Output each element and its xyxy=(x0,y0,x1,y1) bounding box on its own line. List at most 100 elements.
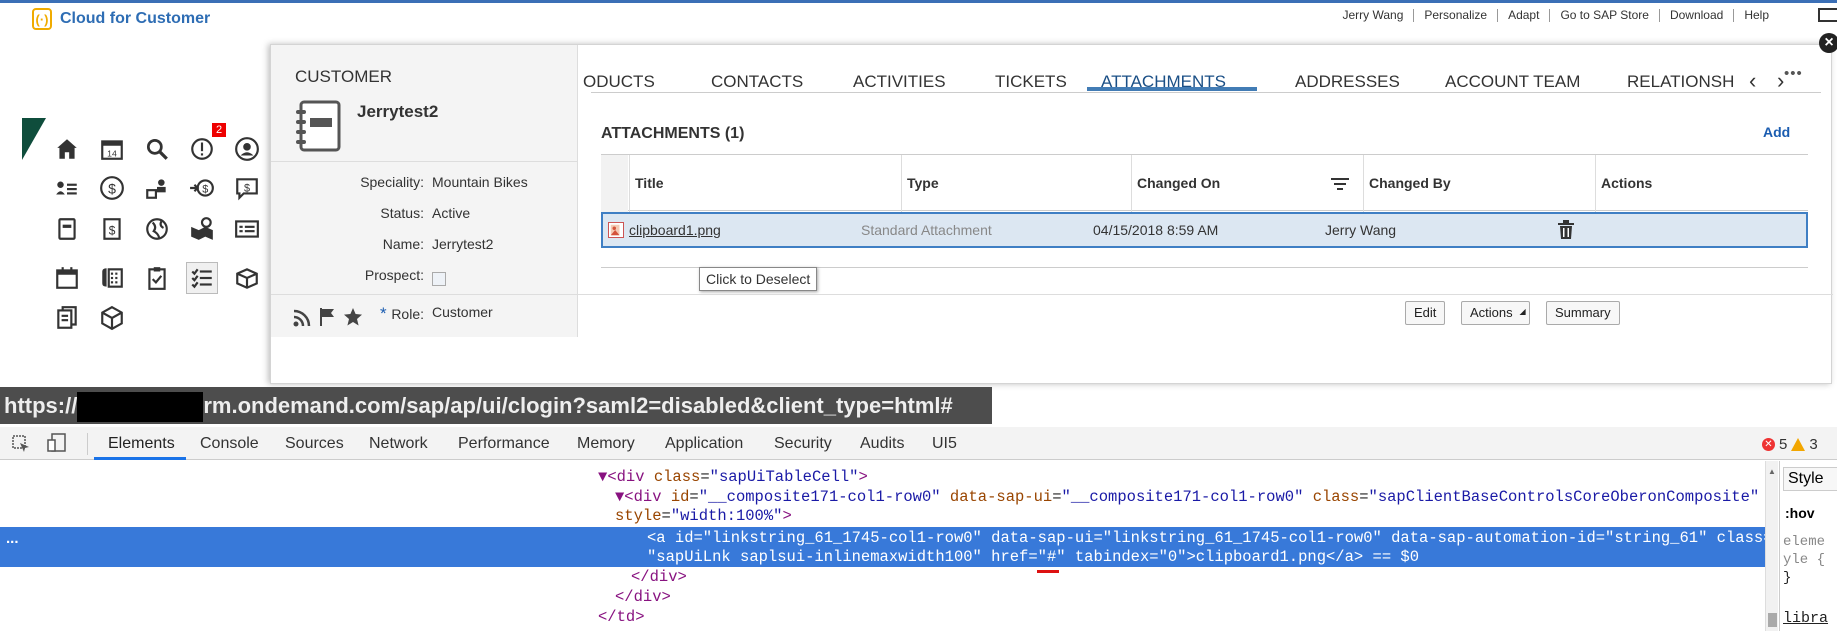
devtools-tab-ui5[interactable]: UI5 xyxy=(932,435,957,453)
filter-icon[interactable] xyxy=(1331,177,1349,196)
col-changed-on[interactable]: Changed On xyxy=(1131,155,1363,212)
divider xyxy=(271,161,578,162)
summary-button[interactable]: Summary xyxy=(1546,301,1620,325)
edit-button[interactable]: Edit xyxy=(1405,301,1446,325)
dollar-doc-icon[interactable]: $ xyxy=(96,213,128,245)
status-value: Active xyxy=(432,205,471,221)
stylesheet-link[interactable]: libra xyxy=(1783,610,1828,627)
delete-icon[interactable] xyxy=(1557,220,1575,245)
col-title[interactable]: Title xyxy=(629,155,901,212)
globe-icon[interactable] xyxy=(141,213,173,245)
tab-addresses[interactable]: ADDRESSES xyxy=(1295,72,1400,92)
actions-button[interactable]: Actions ◢ xyxy=(1461,301,1530,325)
inspect-element-icon[interactable] xyxy=(12,435,30,458)
user-circle-icon[interactable] xyxy=(231,133,263,165)
tab-account-team[interactable]: ACCOUNT TEAM xyxy=(1445,72,1580,92)
devtools-active-tab-indicator xyxy=(94,457,186,460)
devtools-tab-network[interactable]: Network xyxy=(369,435,428,453)
scroll-thumb[interactable] xyxy=(1768,613,1777,627)
box-icon[interactable] xyxy=(231,262,263,294)
search-icon[interactable] xyxy=(141,133,173,165)
table-row[interactable]: clipboard1.png Standard Attachment 04/15… xyxy=(601,212,1808,248)
node-ellipsis-icon[interactable]: ... xyxy=(6,530,19,547)
row-selector-header[interactable] xyxy=(601,155,628,212)
hover-state-toggle[interactable]: :hov xyxy=(1785,505,1815,521)
devtools-tab-console[interactable]: Console xyxy=(200,435,259,453)
download-link[interactable]: Download xyxy=(1658,9,1733,22)
user-link[interactable]: Jerry Wang xyxy=(1332,9,1413,22)
tab-contacts[interactable]: CONTACTS xyxy=(711,72,803,92)
notification-badge: 2 xyxy=(212,123,226,137)
issue-counter[interactable]: ✕ 5 3 xyxy=(1762,436,1818,453)
dom-line[interactable]: ▼<div class="sapUiTableCell"> xyxy=(598,468,868,487)
add-button[interactable]: Add xyxy=(1763,124,1790,140)
tab-scroll-left-icon[interactable]: ‹ xyxy=(1749,68,1756,94)
devtools-tab-elements[interactable]: Elements xyxy=(108,435,175,453)
more-options-icon[interactable]: ••• xyxy=(1784,65,1803,82)
personalize-link[interactable]: Personalize xyxy=(1413,9,1497,22)
sap-store-link[interactable]: Go to SAP Store xyxy=(1549,9,1659,22)
close-icon[interactable]: × xyxy=(1819,33,1837,53)
scroll-up-icon[interactable]: ▲ xyxy=(1768,467,1776,476)
attachment-link[interactable]: clipboard1.png xyxy=(629,214,721,246)
home-icon[interactable] xyxy=(51,133,83,165)
styles-tab[interactable]: Style xyxy=(1783,467,1837,491)
selected-dom-line-1[interactable]: <a id="linkstring_61_1745-col1-row0" dat… xyxy=(647,529,1772,548)
calendar2-icon[interactable] xyxy=(51,262,83,294)
folder-icon[interactable] xyxy=(51,213,83,245)
top-accent-line xyxy=(0,0,1837,3)
svg-text:$: $ xyxy=(202,183,208,195)
map-pin-icon[interactable] xyxy=(186,213,218,245)
col-type[interactable]: Type xyxy=(901,155,1131,212)
tab-tickets[interactable]: TICKETS xyxy=(995,72,1067,92)
dollar-circle-icon[interactable]: $ xyxy=(96,172,128,204)
col-changed-by[interactable]: Changed By xyxy=(1363,155,1595,212)
dom-line[interactable]: </div> xyxy=(631,568,687,587)
help-link[interactable]: Help xyxy=(1733,9,1779,22)
documents-icon[interactable] xyxy=(51,302,83,334)
speciality-label: Speciality: xyxy=(360,174,424,190)
warning-icon xyxy=(1791,438,1806,451)
href-highlight-underline xyxy=(1037,570,1059,573)
flag-icon[interactable] xyxy=(319,308,335,331)
devtools-tab-memory[interactable]: Memory xyxy=(577,435,635,453)
dom-line[interactable]: style="width:100%"> xyxy=(615,507,792,526)
speciality-value: Mountain Bikes xyxy=(432,174,528,190)
org-icon[interactable] xyxy=(141,172,173,204)
clipboard-icon[interactable] xyxy=(141,262,173,294)
feed-icon[interactable] xyxy=(293,309,311,332)
url-suffix: rm.ondemand.com/sap/ap/ui/clogin?saml2=d… xyxy=(203,393,953,418)
phone-grid-icon[interactable] xyxy=(96,262,128,294)
address-card-icon[interactable] xyxy=(231,213,263,245)
selected-dom-line-2[interactable]: "sapUiLnk saplsui-inlinemaxwidth100" hre… xyxy=(647,548,1419,567)
devtools-tab-audits[interactable]: Audits xyxy=(860,435,904,453)
prospect-checkbox[interactable] xyxy=(432,272,446,286)
attachment-type: Standard Attachment xyxy=(861,222,992,238)
devtools-tab-performance[interactable]: Performance xyxy=(458,435,550,453)
favorite-star-icon[interactable] xyxy=(343,307,363,332)
brand[interactable]: (·) Cloud for Customer xyxy=(32,8,210,30)
dollar-transfer-icon[interactable]: $ xyxy=(186,172,218,204)
checklist-icon[interactable] xyxy=(186,262,218,294)
devtools-tab-application[interactable]: Application xyxy=(665,435,743,453)
alert-icon[interactable] xyxy=(186,133,218,165)
calendar-icon[interactable]: 14 xyxy=(96,133,128,165)
top-links: Jerry Wang Personalize Adapt Go to SAP S… xyxy=(1332,9,1779,22)
cube-icon[interactable] xyxy=(96,302,128,334)
tab-relationships[interactable]: RELATIONSH xyxy=(1627,72,1734,92)
dom-line[interactable]: ▼<div id="__composite171-col1-row0" data… xyxy=(615,488,1759,507)
message-dollar-icon[interactable]: $ xyxy=(231,172,263,204)
list-icon[interactable] xyxy=(51,172,83,204)
adapt-link[interactable]: Adapt xyxy=(1497,9,1549,22)
tab-activities[interactable]: ACTIVITIES xyxy=(853,72,946,92)
devtools-tab-security[interactable]: Security xyxy=(774,435,832,453)
device-toggle-icon[interactable] xyxy=(47,433,67,458)
dom-line[interactable]: </div> xyxy=(615,588,671,607)
devtools-tab-sources[interactable]: Sources xyxy=(285,435,344,453)
window-icon[interactable] xyxy=(1818,8,1837,22)
dom-scrollbar[interactable]: ▲ xyxy=(1765,461,1778,631)
tab-products[interactable]: ODUCTS xyxy=(583,72,655,92)
col-actions: Actions xyxy=(1595,155,1808,212)
svg-text:$: $ xyxy=(244,182,250,194)
dom-line[interactable]: </td> xyxy=(598,608,645,627)
